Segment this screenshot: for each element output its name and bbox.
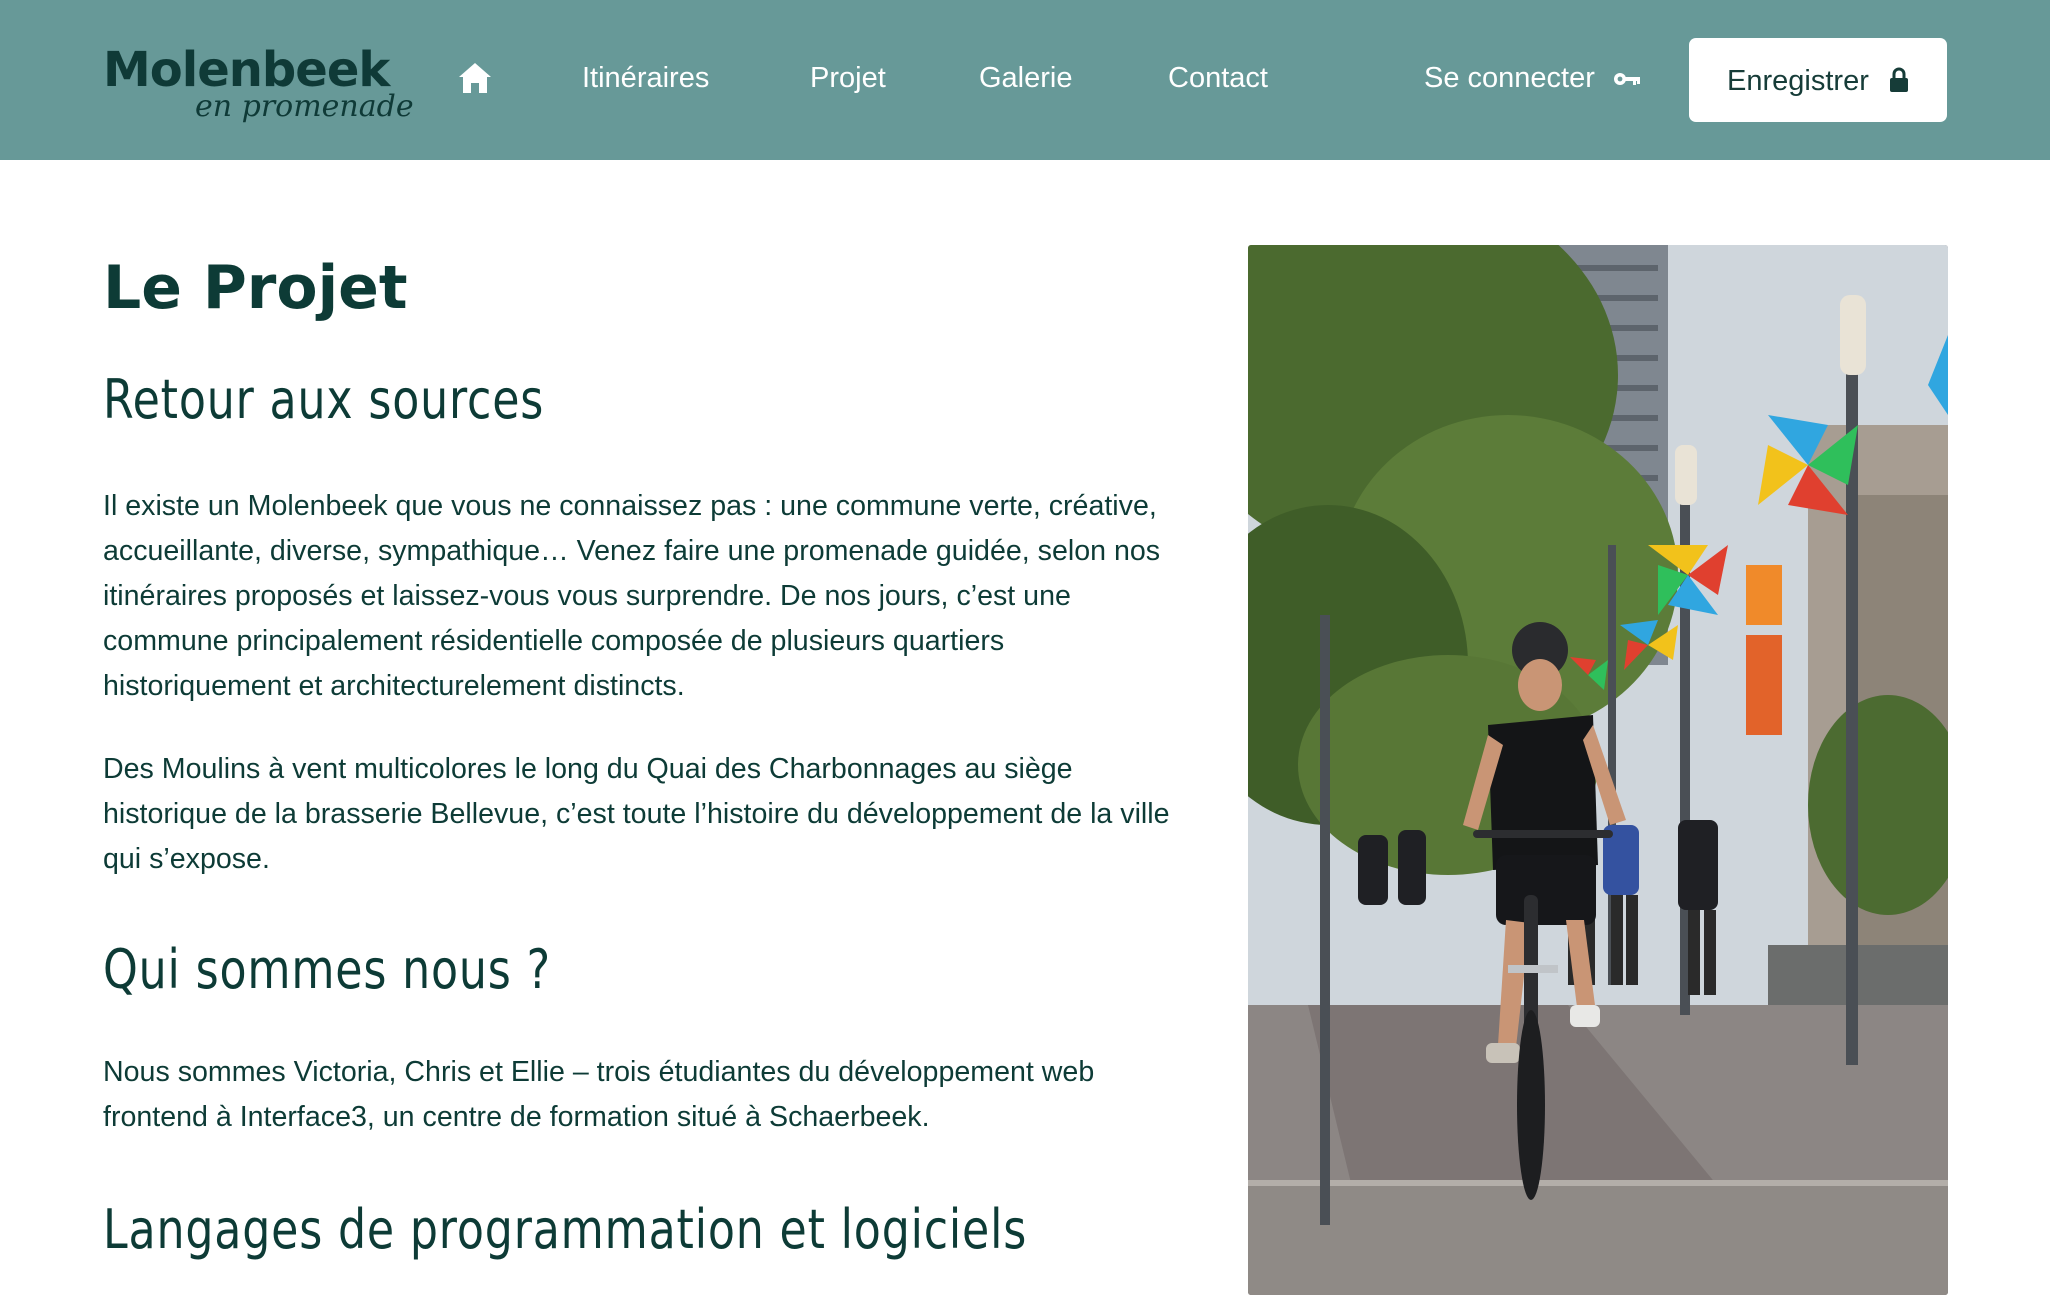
project-photo (1248, 245, 1948, 1295)
key-icon (1613, 73, 1640, 86)
login-label: Se connecter (1424, 62, 1595, 94)
moulins-paragraph: Des Moulins à vent multicolores le long … (103, 753, 1170, 875)
home-icon[interactable] (458, 62, 492, 94)
team-paragraph: Nous sommes Victoria, Chris et Ellie – t… (103, 1056, 1095, 1133)
top-navigation-bar: Molenbeek en promenade Itinéraires Proje… (0, 0, 2050, 160)
intro-paragraph: Il existe un Molenbeek que vous ne conna… (103, 490, 1161, 702)
lock-icon (1889, 67, 1908, 92)
site-logo[interactable]: Molenbeek en promenade (103, 42, 414, 132)
section-heading-langages: Langages de programmation et logiciels (103, 1198, 1028, 1261)
nav-link-itineraires[interactable]: Itinéraires (582, 56, 709, 100)
nav-link-galerie[interactable]: Galerie (979, 56, 1073, 100)
page-title: Le Projet (103, 253, 408, 323)
nav-link-projet[interactable]: Projet (810, 56, 886, 100)
register-button[interactable]: Enregistrer (1689, 38, 1947, 122)
login-link[interactable]: Se connecter (1424, 56, 1641, 100)
nav-link-contact[interactable]: Contact (1168, 56, 1268, 100)
cyclist-photo-illustration (1248, 245, 1948, 1295)
section-heading-qui-sommes-nous: Qui sommes nous ? (103, 938, 551, 1001)
register-label: Enregistrer (1727, 65, 1869, 97)
logo-subtitle: en promenade (195, 89, 414, 124)
section-heading-retour-aux-sources: Retour aux sources (103, 368, 545, 431)
